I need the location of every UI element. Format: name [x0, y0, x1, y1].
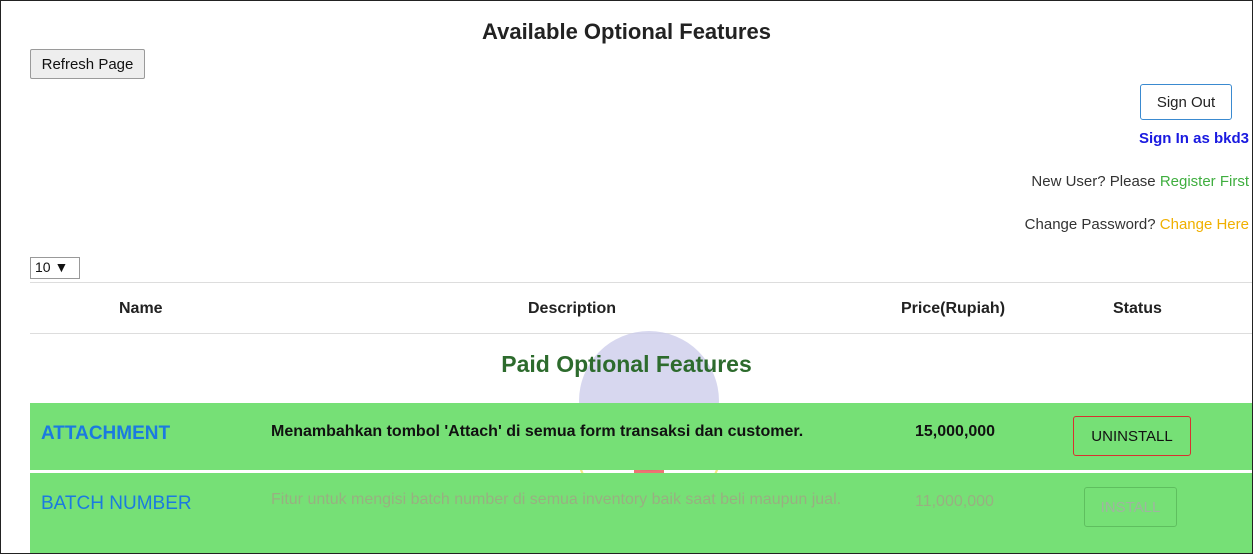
table-header-divider: [30, 333, 1252, 334]
column-header-status: Status: [1113, 300, 1162, 317]
section-title: Paid Optional Features: [501, 351, 752, 377]
feature-name-link[interactable]: ATTACHMENT: [41, 423, 170, 445]
feature-description: Menambahkan tombol 'Attach' di semua for…: [271, 423, 804, 440]
column-header-price: Price(Rupiah): [901, 300, 1006, 317]
app-frame: Available Optional Features Refresh Page…: [0, 0, 1253, 554]
change-password-prefix: Change Password?: [1024, 216, 1160, 233]
signed-in-label: Sign In as bkd3: [1138, 130, 1249, 147]
change-password-line: Change Password? Change Here: [1025, 216, 1249, 233]
feature-price: 11,000,000: [915, 493, 994, 510]
table-row: ATTACHMENT Menambahkan tombol 'Attach' d…: [30, 403, 1252, 470]
sign-out-button[interactable]: Sign Out: [1140, 84, 1232, 120]
column-header-name: Name: [119, 300, 163, 317]
column-header-description: Description: [528, 300, 617, 317]
new-user-prefix: New User? Please: [1031, 173, 1160, 190]
feature-description: Fitur untuk mengisi batch number di semu…: [271, 491, 842, 508]
feature-price: 15,000,000: [915, 423, 996, 440]
page-title: Available Optional Features: [482, 19, 771, 44]
table-top-divider: [30, 282, 1252, 283]
new-user-line: New User? Please Register First: [1031, 173, 1249, 190]
register-link[interactable]: Register First: [1160, 173, 1249, 190]
table-row: BATCH NUMBER Fitur untuk mengisi batch n…: [30, 473, 1252, 553]
refresh-page-button[interactable]: Refresh Page: [30, 49, 145, 79]
feature-name-link[interactable]: BATCH NUMBER: [41, 493, 192, 515]
install-button[interactable]: INSTALL: [1084, 487, 1177, 527]
change-password-link[interactable]: Change Here: [1160, 216, 1249, 233]
uninstall-button[interactable]: UNINSTALL: [1073, 416, 1191, 456]
page-size-select[interactable]: 10 ▼: [30, 257, 80, 279]
